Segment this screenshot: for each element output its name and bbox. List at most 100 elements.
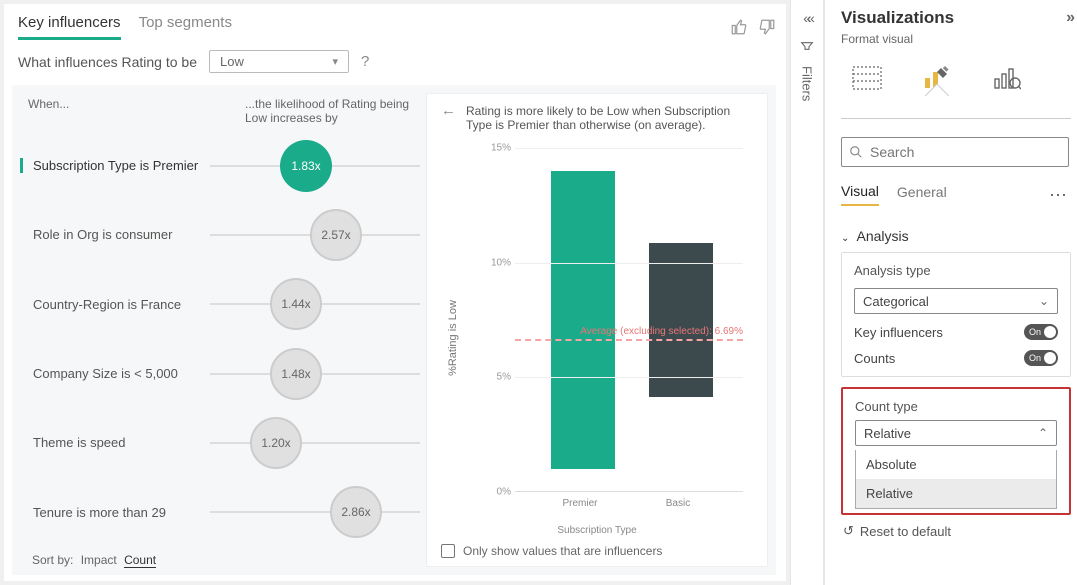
help-icon[interactable]: ? [361, 53, 369, 70]
influencer-row[interactable]: Company Size is < 5,000 1.48x [20, 343, 420, 404]
analysis-header-label: Analysis [857, 228, 909, 244]
question-row: What influences Rating to be Low ▾ ? [12, 42, 776, 85]
tab-key-influencers[interactable]: Key influencers [18, 14, 121, 40]
count-type-select[interactable]: Relative ⌃ [855, 420, 1057, 446]
plot-area: 0%5%10%15%Average (excluding selected): … [491, 148, 743, 492]
influencer-bubble[interactable]: 1.83x [280, 140, 332, 192]
x-labels: PremierBasic Subscription Type [441, 496, 753, 536]
chevron-up-icon: ⌃ [1038, 426, 1048, 440]
influencer-bubble[interactable]: 1.44x [270, 278, 322, 330]
subtab-general[interactable]: General [897, 184, 947, 205]
key-influencers-toggle[interactable]: On [1024, 324, 1058, 340]
analysis-section: ⌄ Analysis Analysis type Categorical ⌄ K… [841, 228, 1071, 539]
bar-rect [649, 243, 713, 397]
subtab-visual[interactable]: Visual [841, 183, 879, 206]
count-type-option[interactable]: Absolute [856, 450, 1056, 479]
influencer-track: 2.57x [210, 209, 420, 261]
influencer-bubble[interactable]: 2.86x [330, 486, 382, 538]
chevron-down-icon: ⌄ [841, 233, 849, 244]
analysis-type-value: Categorical [863, 294, 929, 309]
header-likelihood: ...the likelihood of Rating being Low in… [245, 97, 410, 125]
search-icon [849, 145, 863, 159]
analysis-card: Analysis type Categorical ⌄ Key influenc… [841, 252, 1071, 377]
speaker-icon[interactable] [799, 36, 815, 52]
influencer-headers: When... ...the likelihood of Rating bein… [20, 93, 420, 135]
chevron-down-icon: ⌄ [1039, 294, 1049, 308]
only-influencers-row: Only show values that are influencers [441, 538, 753, 558]
expand-filters-icon[interactable]: «« [803, 10, 811, 26]
viz-title-row: Visualizations » [841, 8, 1071, 28]
format-subtabs: Visual General ··· [841, 167, 1071, 206]
sort-impact[interactable]: Impact [81, 553, 117, 567]
track-line [210, 511, 420, 513]
bar-rect [551, 171, 615, 469]
sort-count[interactable]: Count [124, 553, 156, 568]
influencer-bubble[interactable]: 1.20x [250, 417, 302, 469]
search-row[interactable] [841, 137, 1069, 167]
influencer-track: 1.20x [210, 417, 420, 469]
track-line [210, 442, 420, 444]
key-influencers-label: Key influencers [854, 325, 943, 340]
visualizations-pane: Visualizations » Format visual [824, 0, 1077, 585]
influencer-label: Theme is speed [20, 435, 210, 450]
more-options-icon[interactable]: ··· [1049, 184, 1071, 205]
x-tick-row: PremierBasic [515, 498, 743, 509]
influencer-label: Tenure is more than 29 [20, 505, 210, 520]
feedback-thumbs [730, 18, 776, 36]
counts-label: Counts [854, 351, 895, 366]
thumbs-down-icon[interactable] [758, 18, 776, 36]
chart-title: Rating is more likely to be Low when Sub… [466, 104, 753, 132]
influencers-column: When... ...the likelihood of Rating bein… [20, 93, 420, 567]
chart-area: %Rating is Low 0%5%10%15%Average (exclud… [441, 138, 753, 538]
only-influencers-checkbox[interactable] [441, 544, 455, 558]
count-type-options: AbsoluteRelative [855, 450, 1057, 509]
count-type-card: Count type Relative ⌃ AbsoluteRelative [841, 387, 1071, 515]
collapse-pane-icon[interactable]: » [1066, 9, 1071, 27]
bar[interactable] [545, 148, 615, 492]
influencer-row[interactable]: Role in Org is consumer 2.57x [20, 204, 420, 265]
viz-title: Visualizations [841, 8, 954, 28]
back-arrow-icon[interactable]: ← [441, 102, 456, 119]
target-value-dropdown[interactable]: Low ▾ [209, 50, 349, 73]
search-input[interactable] [870, 144, 1061, 160]
influencer-label: Country-Region is France [20, 297, 210, 312]
y-tick: 10% [491, 257, 511, 268]
analytics-icon[interactable] [987, 60, 1027, 96]
analysis-type-select[interactable]: Categorical ⌄ [854, 288, 1058, 314]
chart-panel: ← Rating is more likely to be Low when S… [426, 93, 768, 567]
thumbs-up-icon[interactable] [730, 18, 748, 36]
influencer-label: Company Size is < 5,000 [20, 366, 210, 381]
build-visual-icon[interactable] [847, 60, 887, 96]
count-type-option[interactable]: Relative [856, 479, 1056, 508]
format-visual-icon[interactable] [917, 60, 957, 96]
influencer-bubble[interactable]: 2.57x [310, 209, 362, 261]
bar[interactable] [643, 148, 713, 492]
analysis-header[interactable]: ⌄ Analysis [841, 228, 1071, 244]
chart-title-row: ← Rating is more likely to be Low when S… [441, 104, 753, 138]
chevron-down-icon: ▾ [332, 55, 338, 68]
influencer-bubble[interactable]: 1.48x [270, 348, 322, 400]
influencer-row[interactable]: Tenure is more than 29 2.86x [20, 482, 420, 543]
influencer-row[interactable]: Theme is speed 1.20x [20, 412, 420, 473]
format-visual-sub: Format visual [841, 28, 1071, 46]
influencer-list: Subscription Type is Premier 1.83x Role in… [20, 135, 420, 543]
tab-top-segments[interactable]: Top segments [139, 14, 232, 40]
format-mode-icons [841, 46, 1071, 96]
key-influencers-toggle-row: Key influencers On [854, 324, 1058, 340]
influencer-track: 1.48x [210, 348, 420, 400]
influencer-label: Subscription Type is Premier [20, 158, 210, 173]
influencer-label: Role in Org is consumer [20, 227, 210, 242]
reset-to-default[interactable]: ↺ Reset to default [841, 515, 1071, 539]
dropdown-value: Low [220, 54, 244, 69]
reset-label: Reset to default [860, 524, 951, 539]
only-influencers-label: Only show values that are influencers [463, 544, 662, 558]
influencer-row[interactable]: Country-Region is France 1.44x [20, 274, 420, 335]
counts-toggle-row: Counts On [854, 350, 1058, 366]
header-when: When... [28, 97, 245, 125]
influencer-track: 2.86x [210, 486, 420, 538]
influencer-row[interactable]: Subscription Type is Premier 1.83x [20, 135, 420, 196]
counts-toggle[interactable]: On [1024, 350, 1058, 366]
influencer-track: 1.83x [210, 140, 420, 192]
visual-tabs: Key influencers Top segments [12, 14, 232, 40]
gridline [515, 377, 743, 378]
